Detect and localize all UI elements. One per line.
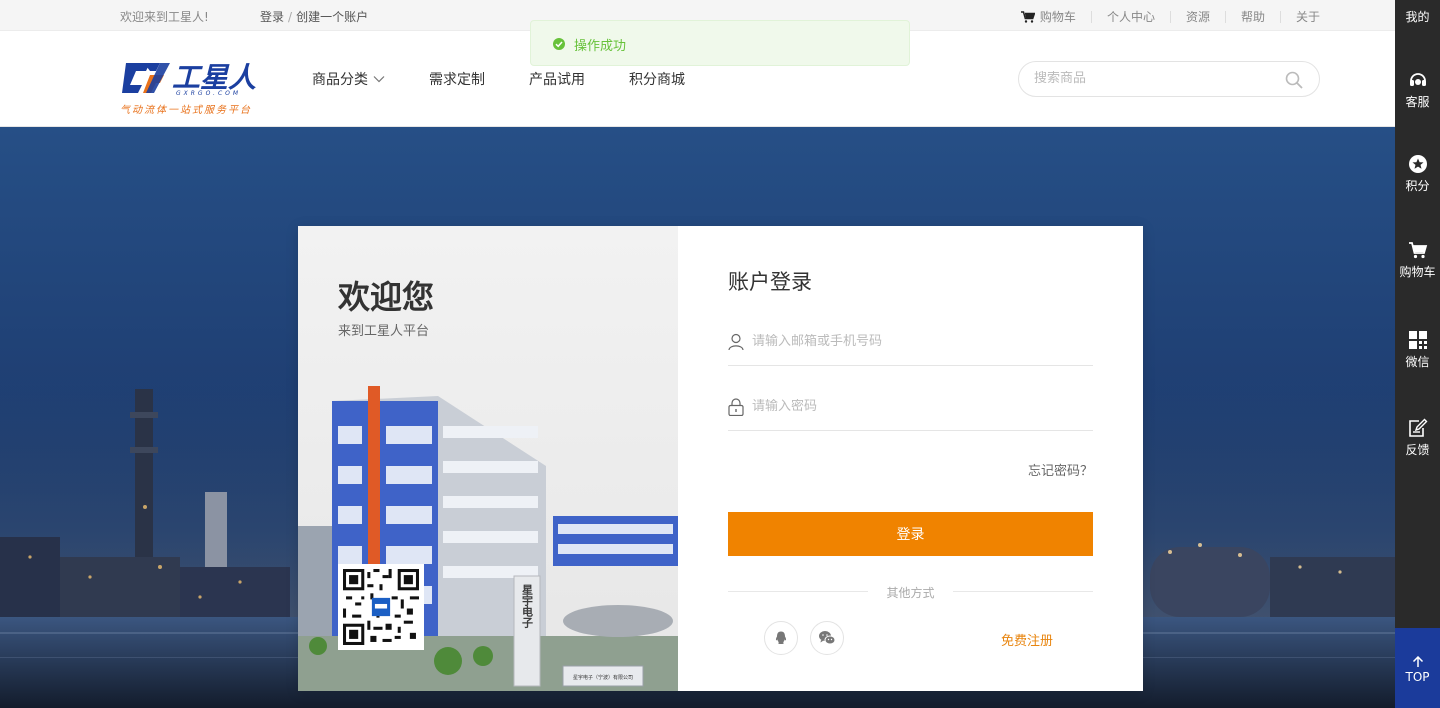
sidebar-item-feedback[interactable]: 反馈 (1395, 418, 1440, 458)
building-sign-text: 星宇电子 (521, 584, 534, 629)
nav-label: 商品分类 (312, 72, 368, 88)
free-register-link[interactable]: 免费注册 (1001, 630, 1053, 649)
help-link[interactable]: 帮助 (1241, 8, 1265, 25)
nav-points-mall[interactable]: 积分商城 (629, 69, 685, 89)
login-form: 账户登录 忘记密码？ 登录 其他方式 免费注册 (678, 226, 1143, 691)
cart-icon (1408, 242, 1427, 259)
search-icon[interactable] (1285, 71, 1303, 89)
star-badge-icon (1408, 155, 1427, 173)
headset-icon (1409, 73, 1426, 86)
cart-label: 购物车 (1039, 10, 1076, 24)
wechat-login-button[interactable] (810, 621, 844, 655)
top-right-links: 购物车 个人中心 资源 帮助 关于 (1020, 8, 1320, 25)
main-nav: 商品分类 需求定制 产品试用 积分商城 (312, 69, 729, 89)
search-input[interactable] (1034, 71, 1274, 86)
about-link[interactable]: 关于 (1296, 8, 1320, 25)
chevron-down-icon (373, 76, 385, 83)
sidebar-item-points[interactable]: 积分 (1395, 154, 1440, 194)
search-box (1018, 61, 1320, 97)
other-methods-divider: 其他方式 (728, 583, 1093, 600)
username-input[interactable] (752, 334, 1082, 349)
sidebar-label: 我的 (1405, 10, 1430, 24)
link-separator: / (288, 10, 293, 24)
logo-domain: GXRGO.COM (176, 90, 241, 97)
sidebar-item-mine[interactable]: 我的 (1395, 8, 1440, 25)
sidebar-item-customer-service[interactable]: 客服 (1395, 70, 1440, 110)
sidebar-item-wechat[interactable]: 微信 (1395, 330, 1440, 370)
password-field (728, 391, 1093, 431)
divider (1279, 10, 1281, 23)
nav-product-trial[interactable]: 产品试用 (529, 69, 585, 89)
back-to-top-label: TOP (1405, 670, 1430, 684)
resources-link[interactable]: 资源 (1186, 8, 1210, 25)
welcome-title: 欢迎您 (338, 278, 435, 316)
login-link[interactable]: 登录 (260, 10, 284, 24)
qr-code-icon (343, 569, 419, 645)
sidebar-label: 购物车 (1399, 265, 1436, 279)
sidebar-label: 客服 (1405, 95, 1430, 109)
success-toast: 操作成功 (530, 20, 910, 66)
user-icon (728, 333, 744, 351)
qr-grid-icon (1408, 331, 1427, 349)
cart-link[interactable]: 购物车 (1020, 8, 1076, 25)
forgot-password-link[interactable]: 忘记密码？ (1028, 460, 1093, 479)
login-button[interactable]: 登录 (728, 512, 1093, 556)
welcome-subtitle: 来到工星人平台 (338, 324, 430, 339)
divider (1224, 10, 1226, 23)
login-title: 账户登录 (728, 270, 812, 294)
account-links: 登录 / 创建一个账户 (260, 8, 368, 25)
sidebar-label: 微信 (1405, 355, 1430, 369)
logo-slogan: 气动流体一站式服务平台 (120, 105, 252, 116)
building-plaque-text: 星宇电子（宁波）有限公司 (573, 674, 633, 681)
nav-custom-demand[interactable]: 需求定制 (429, 69, 485, 89)
toast-message: 操作成功 (574, 39, 627, 54)
cart-icon (1020, 10, 1035, 23)
sidebar-item-cart[interactable]: 购物车 (1395, 240, 1440, 280)
login-card: 欢迎您 来到工星人平台 星宇电子 星宇电子（宁波）有限公司 账户登录 请输入邮箱… (298, 226, 1143, 691)
arrow-up-icon (1412, 656, 1423, 667)
wechat-icon (819, 631, 836, 645)
divider (1090, 10, 1092, 23)
welcome-panel: 欢迎您 来到工星人平台 星宇电子 星宇电子（宁波）有限公司 (298, 226, 678, 691)
password-input[interactable] (752, 399, 1082, 414)
other-methods-label: 其他方式 (886, 586, 935, 600)
right-sidebar: 我的 客服 积分 购物车 微信 反馈 TOP (1395, 0, 1440, 708)
divider (1169, 10, 1171, 23)
qq-icon (775, 631, 787, 645)
personal-center-link[interactable]: 个人中心 (1107, 8, 1155, 25)
welcome-text: 欢迎来到工星人! (120, 10, 209, 24)
back-to-top-button[interactable]: TOP (1395, 628, 1440, 708)
qq-login-button[interactable] (764, 621, 798, 655)
nav-product-categories[interactable]: 商品分类 (312, 69, 385, 89)
sidebar-label: 反馈 (1405, 443, 1430, 457)
qr-code (338, 564, 424, 650)
sidebar-label: 积分 (1405, 179, 1430, 193)
check-circle-icon (553, 38, 565, 50)
create-account-link[interactable]: 创建一个账户 (296, 10, 368, 24)
edit-note-icon (1408, 418, 1427, 437)
divider-line (953, 591, 1093, 592)
lock-icon (728, 398, 744, 416)
username-field (728, 326, 1093, 366)
